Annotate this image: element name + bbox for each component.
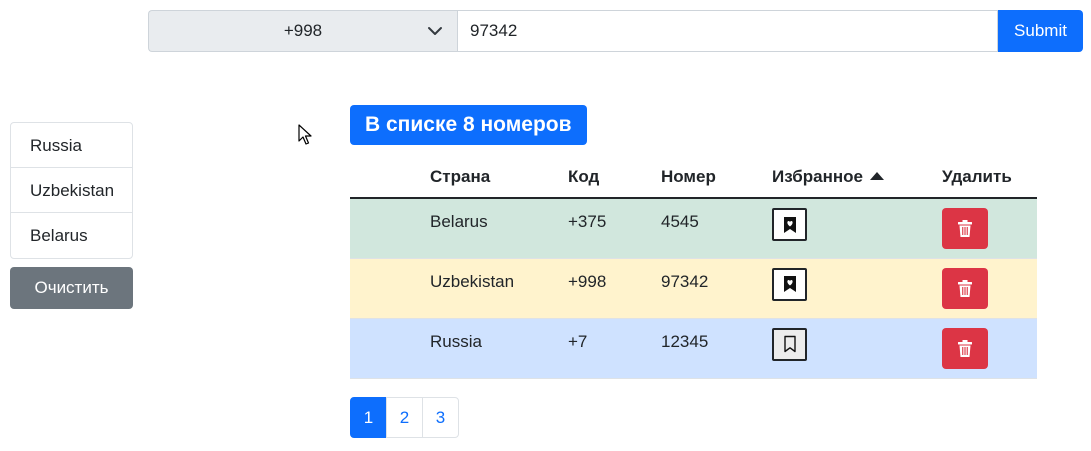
code-cell: +375 <box>568 198 661 259</box>
country-cell: Russia <box>430 318 568 379</box>
submit-button[interactable]: Submit <box>998 10 1083 52</box>
list-item[interactable]: Belarus <box>11 213 132 258</box>
caret-up-fill-icon <box>869 171 884 180</box>
chevron-down-icon <box>428 27 442 35</box>
delete-cell <box>942 258 1037 319</box>
header-country[interactable]: Страна <box>430 156 568 199</box>
country-list: Russia Uzbekistan Belarus <box>10 122 133 259</box>
trash-fill-icon <box>958 339 972 357</box>
header-index <box>350 156 430 199</box>
code-cell: +998 <box>568 258 661 319</box>
favorite-cell <box>772 258 942 319</box>
table-row: Uzbekistan +998 97342 <box>350 258 1037 319</box>
favorite-toggle-button[interactable] <box>772 208 807 241</box>
clear-button[interactable]: Очистить <box>10 267 133 309</box>
favorite-cell <box>772 318 942 379</box>
delete-cell <box>942 318 1037 379</box>
table-header-row: Страна Код Номер Избранное Удалить <box>350 156 1037 199</box>
bookmark-heart-fill-icon <box>783 276 796 292</box>
list-item[interactable]: Russia <box>11 123 132 168</box>
number-cell: 4545 <box>661 198 772 259</box>
mouse-pointer-icon <box>298 124 312 145</box>
page-link-3[interactable]: 3 <box>422 397 459 438</box>
add-number-form: +998 Submit <box>148 10 1083 52</box>
country-code-select-value: +998 <box>283 21 323 40</box>
favorite-cell <box>772 198 942 259</box>
bookmark-icon <box>783 335 796 353</box>
delete-button[interactable] <box>942 327 988 369</box>
country-cell: Belarus <box>430 198 568 259</box>
list-item[interactable]: Uzbekistan <box>11 168 132 213</box>
number-cell: 97342 <box>661 258 772 319</box>
count-badge: В списке 8 номеров <box>350 105 587 145</box>
table-row: Belarus +375 4545 <box>350 198 1037 259</box>
header-code[interactable]: Код <box>568 156 661 199</box>
header-favorite-label: Избранное <box>772 166 863 186</box>
delete-button[interactable] <box>942 267 988 309</box>
pagination: 1 2 3 <box>350 397 459 438</box>
trash-fill-icon <box>958 220 972 237</box>
delete-cell <box>942 198 1037 259</box>
favorite-toggle-button[interactable] <box>772 267 807 301</box>
code-cell: +7 <box>568 318 661 379</box>
row-index-cell <box>350 258 430 319</box>
page-link-2[interactable]: 2 <box>386 397 423 438</box>
header-number[interactable]: Номер <box>661 156 772 199</box>
table-row: Russia +7 12345 <box>350 318 1037 379</box>
delete-button[interactable] <box>942 208 988 249</box>
number-cell: 12345 <box>661 318 772 379</box>
bookmark-heart-fill-icon <box>783 216 796 233</box>
header-delete: Удалить <box>942 156 1037 199</box>
country-cell: Uzbekistan <box>430 258 568 319</box>
trash-fill-icon <box>958 279 972 297</box>
phone-number-input[interactable] <box>457 10 998 52</box>
favorite-toggle-button[interactable] <box>772 327 807 361</box>
row-index-cell <box>350 318 430 379</box>
header-favorite[interactable]: Избранное <box>772 156 942 199</box>
country-code-select[interactable]: +998 <box>148 10 457 52</box>
row-index-cell <box>350 198 430 259</box>
page-link-1[interactable]: 1 <box>350 397 387 438</box>
phone-table: Страна Код Номер Избранное Удалить Belar… <box>350 156 1037 379</box>
